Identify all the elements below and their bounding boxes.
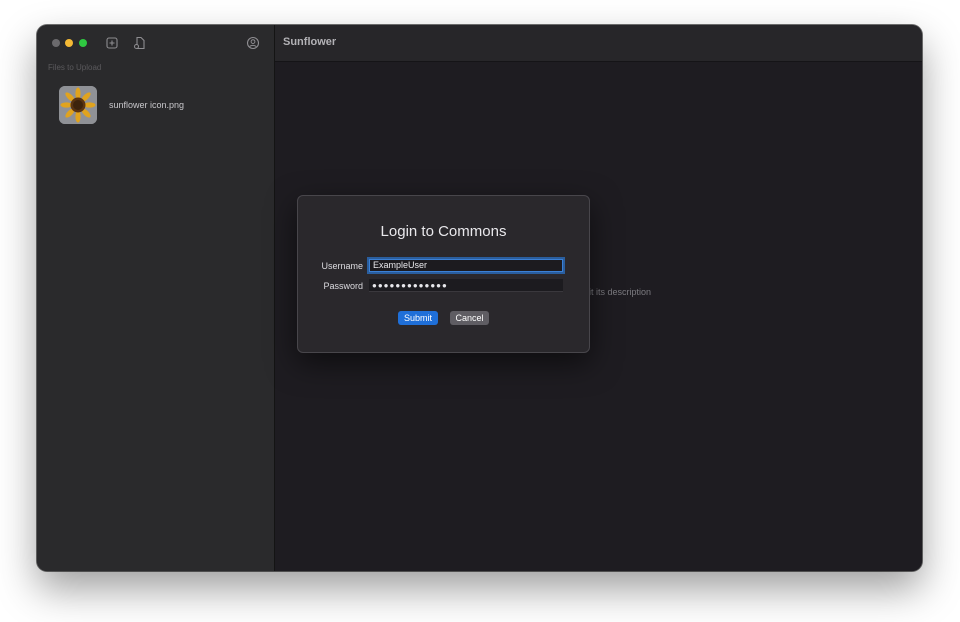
document-icon[interactable] <box>133 36 147 50</box>
empty-state-text: it its description <box>589 287 652 297</box>
cancel-button[interactable]: Cancel <box>450 311 489 325</box>
dialog-title: Login to Commons <box>380 223 507 240</box>
sidebar: Files to Upload sunflower icon.png <box>37 25 275 571</box>
close-window-button[interactable] <box>52 39 60 47</box>
minimize-window-button[interactable] <box>65 39 73 47</box>
file-list-item[interactable]: sunflower icon.png <box>59 86 259 124</box>
password-field[interactable]: ●●●●●●●●●●●●● <box>369 279 563 292</box>
account-icon[interactable] <box>246 36 260 50</box>
titlebar: Sunflower <box>275 25 922 62</box>
maximize-window-button[interactable] <box>79 39 87 47</box>
sunflower-thumbnail-icon <box>59 86 97 124</box>
section-header: Files to Upload <box>48 63 102 72</box>
file-name: sunflower icon.png <box>109 100 185 110</box>
password-label: Password <box>323 281 363 291</box>
submit-button[interactable]: Submit <box>398 311 438 325</box>
username-label: Username <box>321 261 363 271</box>
login-dialog: Login to Commons Username Password ●●●●●… <box>297 195 590 353</box>
username-field[interactable] <box>369 259 563 272</box>
window-title: Sunflower <box>283 36 337 48</box>
add-file-icon[interactable] <box>105 36 119 50</box>
